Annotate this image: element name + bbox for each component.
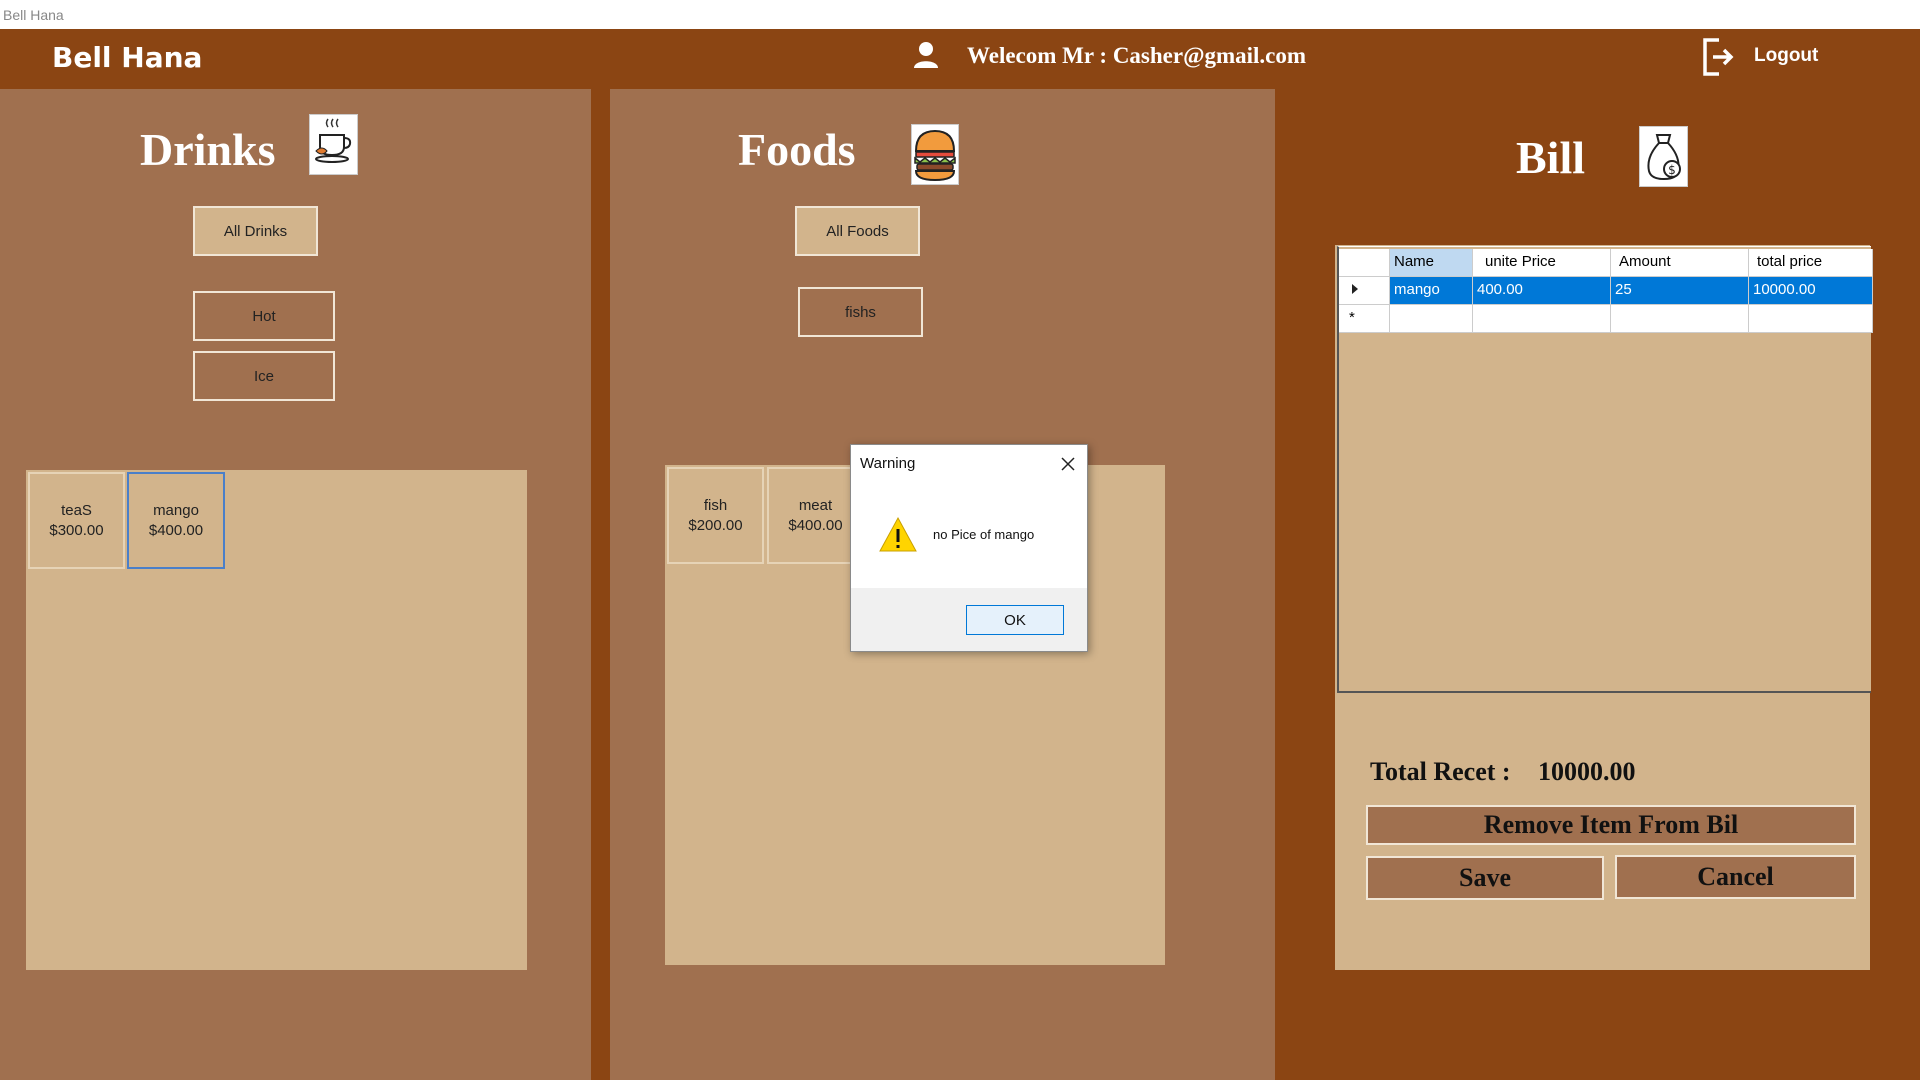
drinks-title: Drinks [140, 124, 276, 175]
drink-item-teas[interactable]: teaS $300.00 [28, 472, 125, 569]
new-cell-unit-price[interactable] [1473, 305, 1611, 333]
new-cell-amount[interactable] [1611, 305, 1749, 333]
item-price: $400.00 [148, 521, 204, 539]
cancel-button[interactable]: Cancel [1615, 855, 1856, 899]
column-header-amount[interactable]: Amount [1611, 249, 1749, 277]
ice-drinks-button[interactable]: Ice [193, 351, 335, 401]
new-row[interactable]: * [1339, 305, 1873, 333]
warning-dialog: Warning no Pice of mango OK [850, 444, 1088, 652]
coffee-cup-icon [309, 114, 358, 175]
item-name: mango [153, 501, 199, 519]
drinks-panel: Drinks All Drinks Hot Ice teaS $300.00 m… [0, 89, 591, 1080]
item-price: $400.00 [788, 516, 843, 534]
dialog-title: Warning [860, 455, 916, 472]
cell-total-price[interactable]: 10000.00 [1749, 277, 1873, 305]
item-price: $300.00 [49, 521, 104, 539]
app-header: Bell Hana Welecom Mr : Casher@gmail.com … [0, 29, 1920, 89]
save-button[interactable]: Save [1366, 856, 1604, 900]
drink-item-mango[interactable]: mango $400.00 [127, 472, 225, 569]
burger-icon [911, 124, 959, 185]
column-header-unit-price[interactable]: unite Price [1473, 249, 1611, 277]
all-drinks-button[interactable]: All Drinks [193, 206, 318, 256]
total-receipt-value: 10000.00 [1538, 757, 1636, 786]
foods-title: Foods [738, 124, 856, 175]
svg-text:$: $ [1668, 163, 1676, 177]
item-name: fish [703, 496, 728, 514]
food-item-fish[interactable]: fish $200.00 [667, 467, 764, 564]
table-row[interactable]: mango 400.00 25 10000.00 [1339, 277, 1873, 305]
hot-drinks-button[interactable]: Hot [193, 291, 335, 341]
item-price: $200.00 [688, 516, 743, 534]
logout-icon[interactable] [1701, 36, 1735, 78]
item-name: teaS [61, 501, 92, 519]
welcome-text: Welecom Mr : Casher@gmail.com [967, 43, 1307, 68]
column-header-total-price[interactable]: total price [1749, 249, 1873, 277]
bill-grid[interactable]: Name unite Price Amount total price mang… [1337, 246, 1873, 693]
new-cell-name[interactable] [1390, 305, 1473, 333]
money-bag-icon: $ [1639, 126, 1688, 187]
item-name: meat [798, 496, 833, 514]
user-icon [910, 39, 942, 71]
new-row-marker: * [1339, 305, 1390, 333]
close-icon[interactable] [1058, 454, 1078, 474]
dialog-message: no Pice of mango [933, 527, 1035, 542]
fishs-button[interactable]: fishs [798, 287, 923, 337]
ok-button[interactable]: OK [966, 605, 1064, 635]
column-header-name[interactable]: Name [1390, 249, 1473, 277]
all-foods-button[interactable]: All Foods [795, 206, 920, 256]
drinks-items-area: teaS $300.00 mango $400.00 [26, 470, 527, 970]
remove-item-button[interactable]: Remove Item From Bil [1366, 805, 1856, 845]
row-header-corner [1339, 249, 1390, 277]
row-selector-icon[interactable] [1339, 277, 1390, 305]
new-cell-total-price[interactable] [1749, 305, 1873, 333]
cell-name[interactable]: mango [1390, 277, 1473, 305]
total-receipt-label: Total Recet : [1370, 757, 1511, 786]
logout-button[interactable]: Logout [1754, 45, 1818, 67]
cell-unit-price[interactable]: 400.00 [1473, 277, 1611, 305]
window-title: Bell Hana [3, 7, 64, 23]
grid-header-row: Name unite Price Amount total price [1339, 249, 1873, 277]
bill-title: Bill [1516, 132, 1586, 183]
window-title-bar: Bell Hana [0, 0, 1920, 29]
app-name: Bell Hana [52, 41, 203, 74]
warning-icon [878, 515, 918, 555]
cell-amount[interactable]: 25 [1611, 277, 1749, 305]
